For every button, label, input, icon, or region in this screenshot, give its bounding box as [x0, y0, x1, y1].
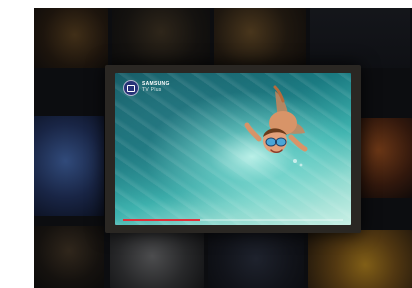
thumbnail-tile[interactable] [34, 226, 104, 288]
progress-fill [123, 219, 200, 221]
progress-track[interactable] [123, 219, 343, 221]
thumbnail-tile[interactable] [208, 230, 304, 288]
brand-label: SAMSUNG TV Plus [142, 81, 170, 93]
thumbnail-tile[interactable] [308, 230, 412, 288]
thumbnail-tile[interactable] [34, 116, 104, 216]
thumbnail-tile[interactable] [356, 118, 412, 198]
preview-artwork: SAMSUNG TV Plus [115, 73, 351, 225]
thumbnail-tile[interactable] [110, 230, 204, 288]
brand-line-2: TV Plus [142, 87, 162, 93]
tv-app-icon [123, 80, 139, 96]
thumbnail-tile[interactable] [214, 8, 306, 68]
thumbnail-tile[interactable] [34, 8, 108, 68]
focused-preview-card[interactable]: SAMSUNG TV Plus [105, 65, 361, 233]
swimmer-illustration [244, 85, 308, 167]
thumbnail-tile[interactable] [310, 8, 410, 68]
thumbnail-tile[interactable] [112, 8, 210, 68]
